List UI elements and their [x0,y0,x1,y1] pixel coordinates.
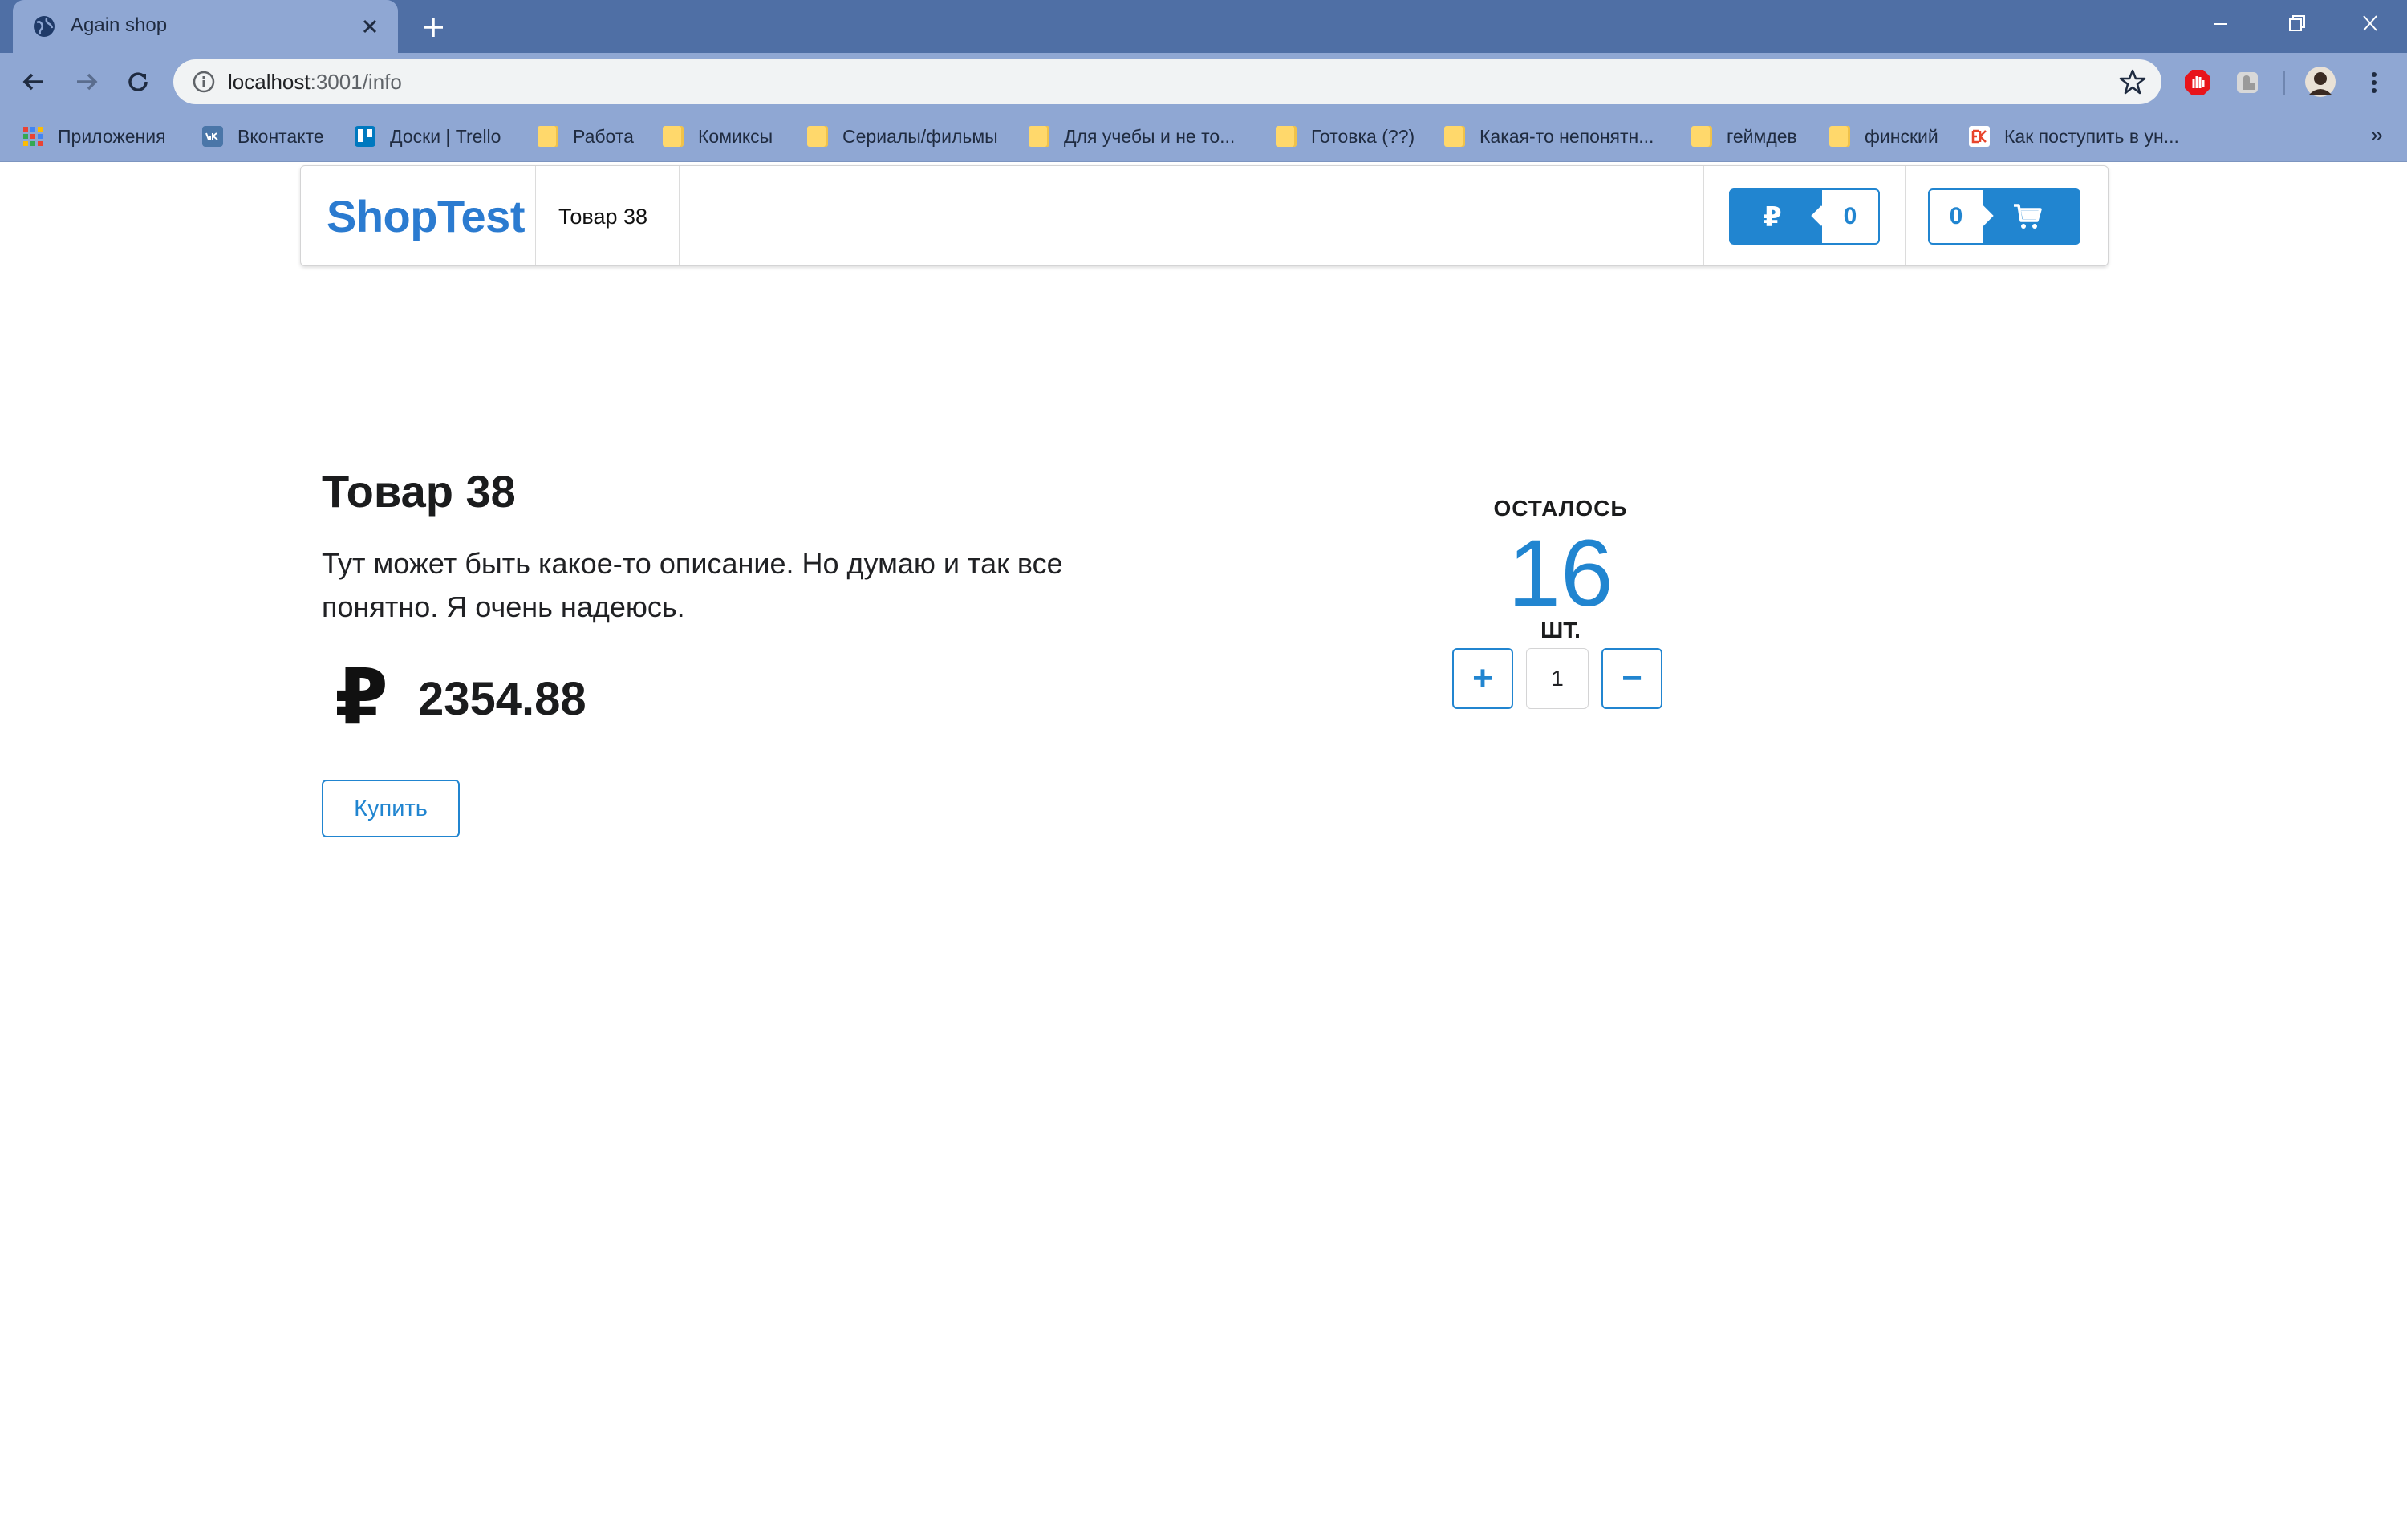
nav-divider [1703,166,1704,265]
site-info-icon[interactable] [191,69,217,95]
site-header-menu: ShopTest Товар 38 ₽ 0 0 [300,165,2109,266]
bookmark-trello[interactable]: Доски | Trello [355,122,501,151]
folder-icon [538,126,558,147]
product-title: Товар 38 [322,466,516,517]
bookmark-university[interactable]: Как поступить в ун... [1969,122,2179,151]
balance-button[interactable]: ₽ 0 [1729,188,1880,245]
bookmark-label: финский [1865,125,1938,147]
bookmark-star-icon[interactable] [2118,67,2147,96]
bookmark-vk[interactable]: Вконтакте [202,122,324,151]
cart-count: 0 [1949,203,1963,229]
bookmark-apps[interactable]: Приложения [22,122,166,151]
adblock-extension-icon[interactable] [2182,67,2213,98]
bookmark-label: Вконтакте [237,125,324,147]
close-window-icon[interactable] [2346,6,2394,42]
bookmark-label: Для учебы и не то... [1064,125,1236,147]
close-tab-icon[interactable] [356,13,384,40]
browser-titlebar: Again shop [0,0,2407,53]
product-description: Тут может быть какое-то описание. Но дум… [322,547,1063,623]
cart-count-label: 0 [1930,190,1983,243]
bookmark-folder-cooking[interactable]: Готовка (??) [1276,122,1415,151]
bookmark-folder-gamedev[interactable]: геймдев [1691,122,1797,151]
stock-label: ОСТАЛОСЬ [1493,496,1628,521]
brand-link[interactable]: ShopTest [301,166,536,265]
nav-item-label: Товар 38 [558,205,648,229]
folder-icon [1029,126,1049,147]
globe-icon [34,16,55,37]
ek-icon [1969,126,1990,147]
brand-logo: ShopTest [327,191,525,241]
bookmark-label: Как поступить в ун... [2004,125,2179,147]
stock-unit: ШТ. [1540,618,1581,642]
reload-icon[interactable] [122,66,154,98]
bookmark-label: Доски | Trello [390,125,501,147]
ruble-icon: ₽ [1763,202,1782,233]
bookmarks-bar: Приложения Вконтакте Доски | Trello Рабо… [0,111,2407,162]
toolbar-divider [2283,71,2285,95]
balance-count: 0 [1843,203,1857,229]
trello-icon [355,126,375,147]
bookmarks-overflow-button[interactable]: » [2370,122,2383,148]
url-host: localhost [228,70,311,94]
bookmark-folder-series[interactable]: Сериалы/фильмы [807,122,998,151]
quantity-decrease-button[interactable]: − [1601,648,1662,709]
quantity-increase-button[interactable]: + [1452,648,1513,709]
bookmark-folder-misc[interactable]: Какая-то непонятн... [1444,122,1654,151]
ruble-icon: ₽ [335,654,388,740]
nav-item-product[interactable]: Товар 38 [536,166,680,265]
extension-icon[interactable] [2232,67,2263,98]
bookmark-label: Работа [573,125,634,147]
stock-value: 16 [1508,521,1613,626]
quantity-input[interactable] [1526,648,1589,709]
profile-avatar-icon[interactable] [2304,66,2336,98]
back-arrow-icon[interactable] [18,66,50,98]
bookmark-label: Сериалы/фильмы [842,125,998,147]
bookmark-label: геймдев [1727,125,1797,147]
forward-arrow-icon[interactable] [71,66,103,98]
url-path: :3001/info [310,70,402,94]
buy-button[interactable]: Купить [322,780,460,837]
restore-icon[interactable] [2272,6,2320,42]
menu-dots-icon[interactable] [2359,67,2389,98]
bookmark-folder-study[interactable]: Для учебы и не то... [1029,122,1235,151]
stock-statistic: ОСТАЛОСЬ 16 ШТ. [1444,496,1677,642]
new-tab-icon[interactable] [417,11,449,43]
bookmark-label: Комиксы [698,125,773,147]
folder-icon [1829,126,1850,147]
cart-button[interactable]: 0 [1928,188,2080,245]
balance-count-label: 0 [1822,190,1878,243]
bookmark-folder-work[interactable]: Работа [538,122,634,151]
shopping-cart-icon [2014,204,2042,229]
bookmark-label: Какая-то непонятн... [1480,125,1654,147]
browser-toolbar: localhost:3001/info [0,53,2407,111]
address-bar[interactable]: localhost:3001/info [173,59,2161,104]
bookmark-label: Приложения [58,125,166,147]
minimize-icon[interactable] [2197,6,2245,42]
bookmark-folder-comics[interactable]: Комиксы [663,122,773,151]
nav-divider [1905,166,1906,265]
folder-icon [807,126,828,147]
product-price: 2354.88 [418,673,587,725]
apps-grid-icon [23,127,43,146]
folder-icon [663,126,684,147]
vk-icon [202,126,223,147]
tab-title: Again shop [71,14,168,36]
folder-icon [1276,126,1297,147]
browser-tab[interactable]: Again shop [13,0,398,53]
folder-icon [1691,126,1712,147]
url-text[interactable]: localhost:3001/info [228,70,402,95]
folder-icon [1444,126,1465,147]
bookmark-folder-finnish[interactable]: финский [1829,122,1938,151]
bookmark-label: Готовка (??) [1311,125,1415,147]
